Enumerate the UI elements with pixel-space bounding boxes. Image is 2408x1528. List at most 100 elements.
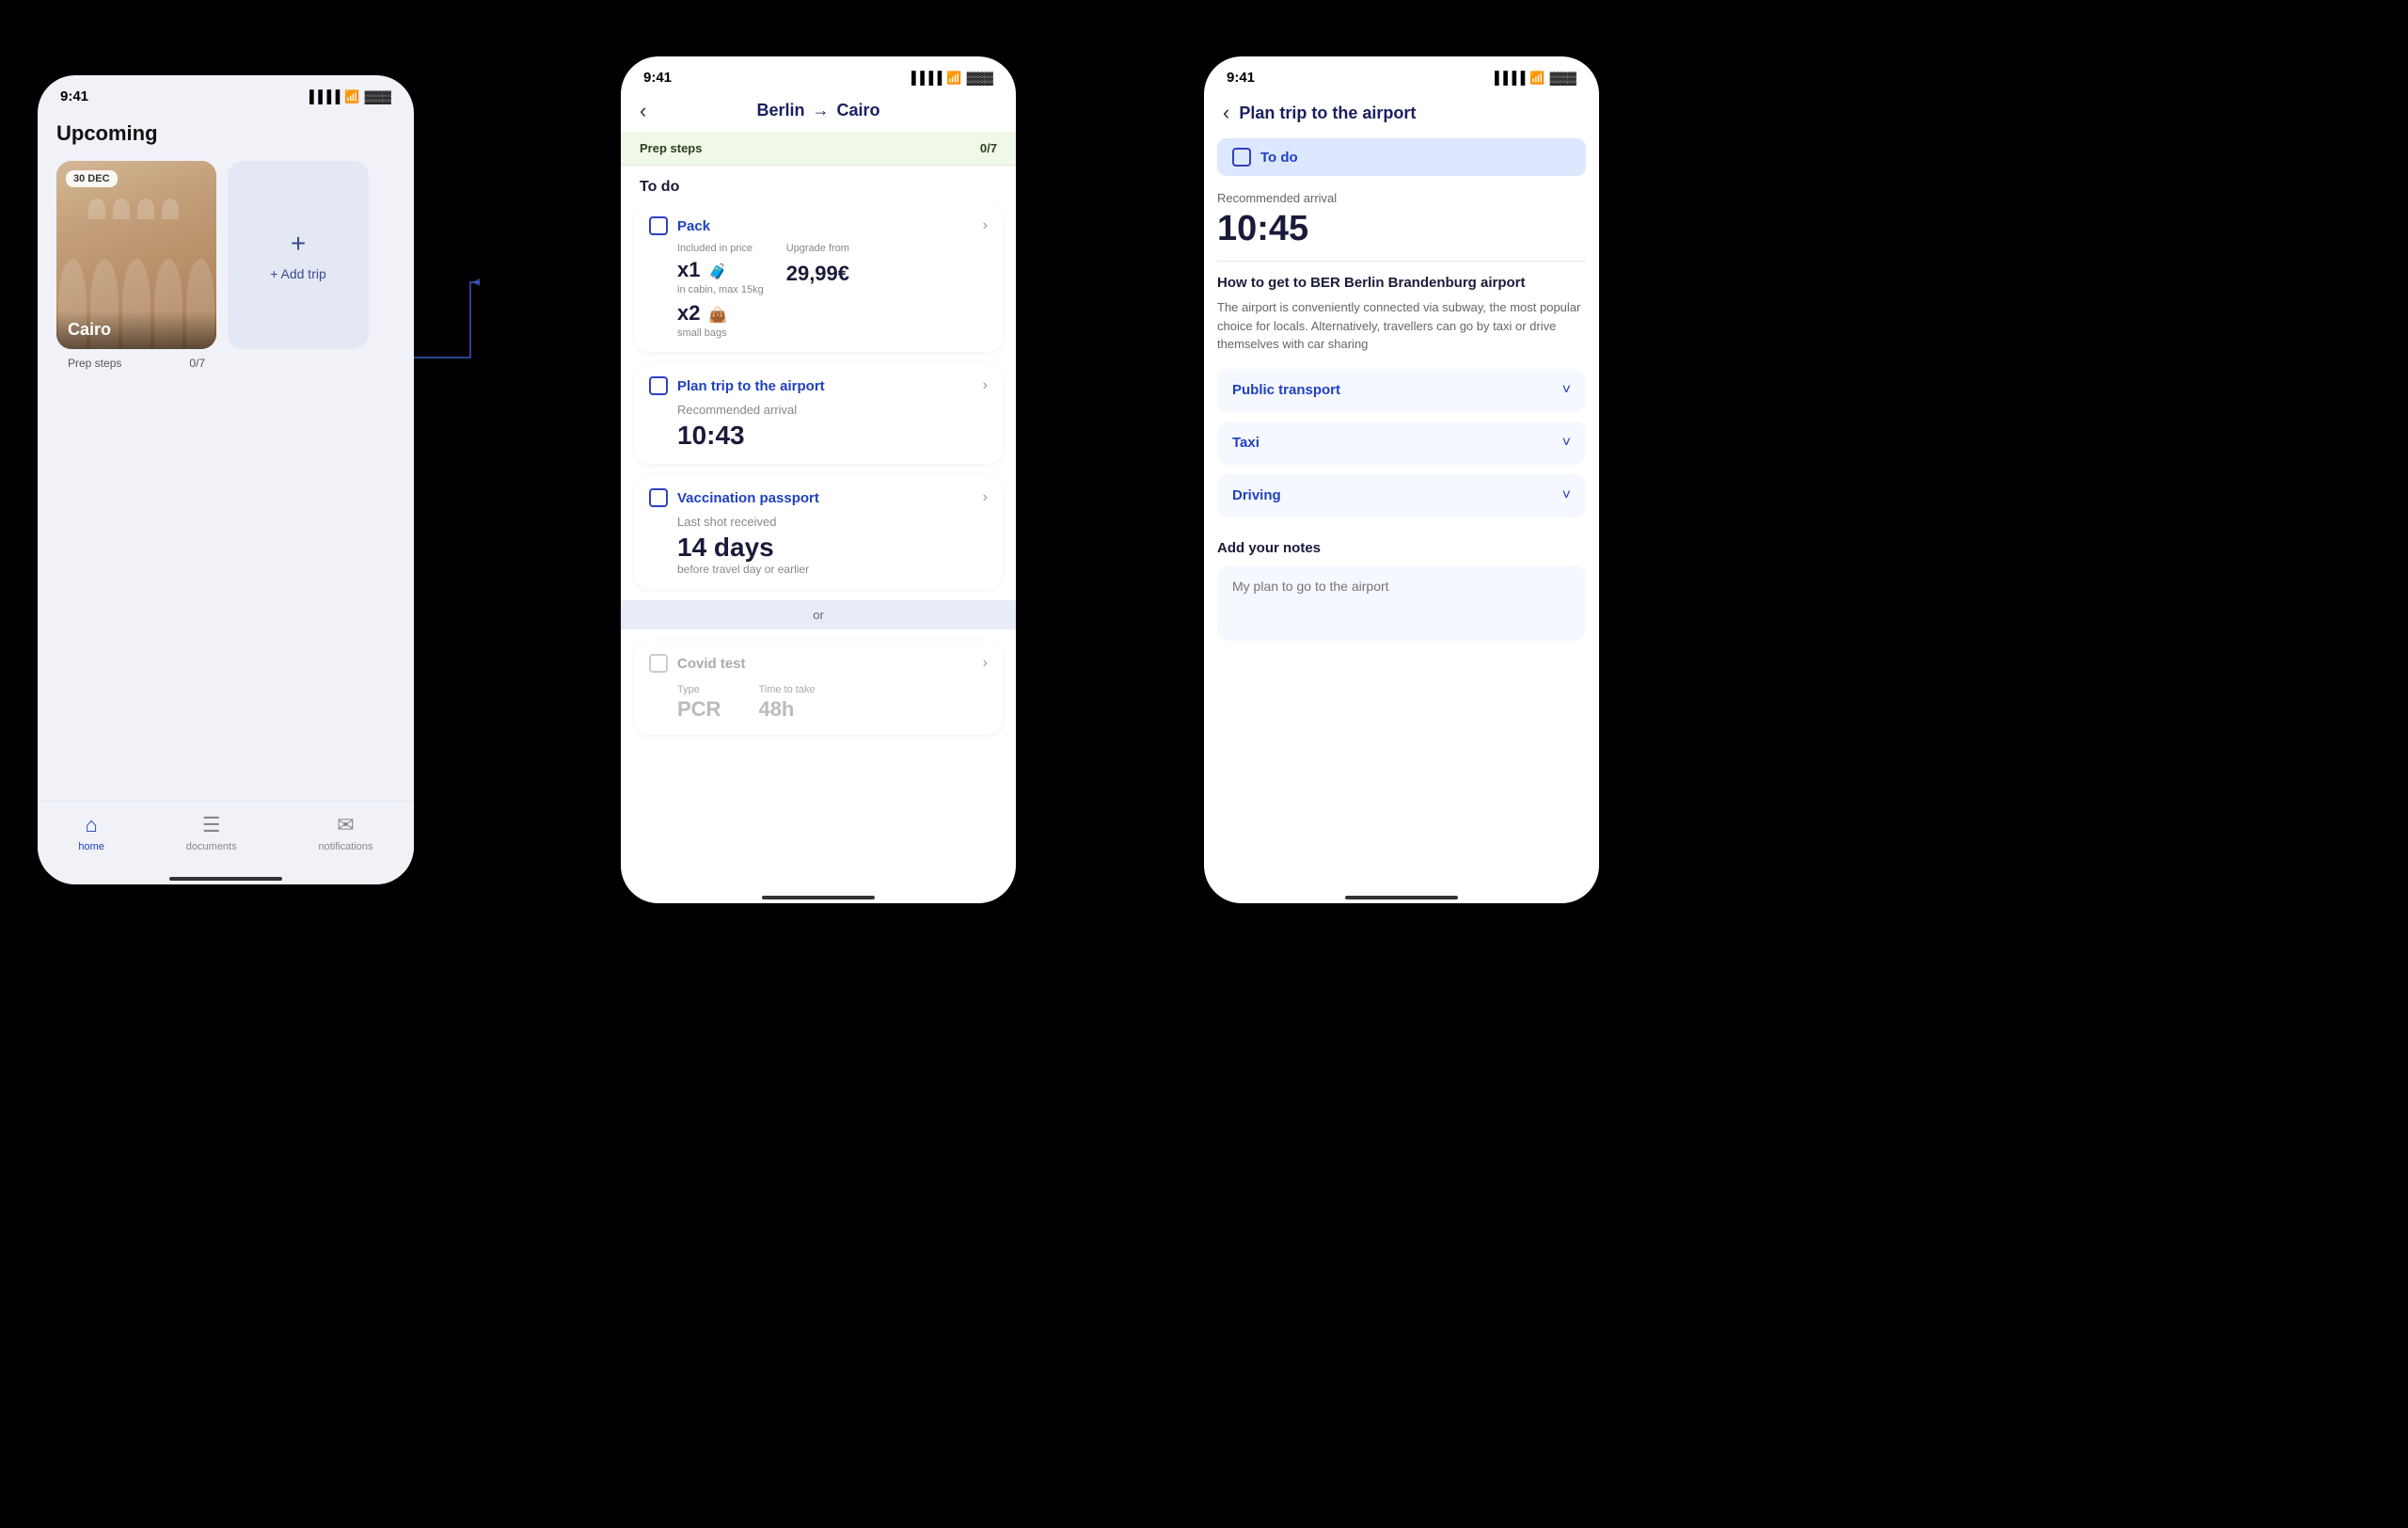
transport-option-public[interactable]: Public transport ˅ bbox=[1217, 369, 1586, 412]
public-transport-label: Public transport bbox=[1232, 382, 1340, 398]
upgrade-price: 29,99€ bbox=[786, 262, 849, 286]
screen2-header: ‹ Berlin → Cairo bbox=[621, 93, 1016, 132]
or-divider: or bbox=[621, 600, 1016, 629]
route-from: Berlin bbox=[756, 101, 804, 120]
covid-time-col: Time to take 48h bbox=[758, 680, 815, 722]
covid-checkbox[interactable] bbox=[649, 654, 668, 673]
back-button-3[interactable]: ‹ bbox=[1223, 101, 1229, 125]
airport-rec-time: 10:43 bbox=[677, 421, 988, 451]
prep-steps-banner-count: 0/7 bbox=[980, 141, 997, 155]
add-trip-plus-icon: + bbox=[291, 229, 306, 259]
public-transport-chevron-icon: ˅ bbox=[1562, 382, 1571, 399]
task-card-covid[interactable]: Covid test › Type PCR Time to take 48h bbox=[634, 641, 1003, 735]
notes-title: Add your notes bbox=[1217, 540, 1586, 556]
status-bar-1: 9:41 ▐▐▐▐ 📶 ▓▓▓ bbox=[38, 75, 414, 112]
screen3-scroll[interactable]: Recommended arrival 10:45 How to get to … bbox=[1204, 187, 1599, 890]
todo-badge[interactable]: To do bbox=[1217, 138, 1586, 176]
bottom-nav: ⌂ home ☰ documents ✉ notifications bbox=[38, 801, 414, 871]
vax-title: Vaccination passport bbox=[677, 490, 983, 506]
todo-badge-checkbox[interactable] bbox=[1232, 148, 1251, 167]
covid-card-header: Covid test › bbox=[649, 654, 988, 673]
todo-section-title: To do bbox=[621, 166, 1016, 203]
battery-icon-3: ▓▓▓ bbox=[1550, 71, 1576, 85]
prep-steps-label: Prep steps bbox=[68, 357, 121, 370]
task-card-vaccination[interactable]: Vaccination passport › Last shot receive… bbox=[634, 475, 1003, 589]
trip-cards: 30 DEC Cairo Prep steps 0/7 + + Add trip bbox=[56, 161, 395, 377]
wifi-icon-3: 📶 bbox=[1529, 71, 1545, 86]
rec-arr-label: Recommended arrival bbox=[1217, 191, 1586, 205]
time-2: 9:41 bbox=[643, 70, 672, 86]
vax-chevron-icon: › bbox=[983, 489, 988, 506]
vax-days: 14 days bbox=[677, 533, 988, 563]
covid-type-col: Type PCR bbox=[677, 680, 721, 722]
trip-card-cairo[interactable]: 30 DEC Cairo Prep steps 0/7 bbox=[56, 161, 216, 377]
covid-type-label: Type bbox=[677, 684, 700, 695]
prep-steps-banner: Prep steps 0/7 bbox=[621, 132, 1016, 166]
phone-screen-2: 9:41 ▐▐▐▐ 📶 ▓▓▓ ‹ Berlin → Cairo Prep st… bbox=[621, 56, 1016, 903]
documents-icon: ☰ bbox=[202, 813, 221, 837]
route-title: Berlin → Cairo bbox=[756, 101, 879, 120]
time-1: 9:41 bbox=[60, 88, 88, 104]
how-to-get-title: How to get to BER Berlin Brandenburg air… bbox=[1217, 275, 1586, 291]
airport-checkbox[interactable] bbox=[649, 376, 668, 395]
prep-steps-row: Prep steps 0/7 bbox=[56, 349, 216, 377]
taxi-chevron-icon: ˅ bbox=[1562, 435, 1571, 452]
pack-included: Included in price x1 🧳 in cabin, max 15k… bbox=[677, 243, 764, 339]
time-3: 9:41 bbox=[1227, 70, 1255, 86]
home-indicator-3 bbox=[1345, 896, 1458, 899]
trip-photo[interactable]: 30 DEC Cairo bbox=[56, 161, 216, 349]
add-trip-label: + Add trip bbox=[270, 266, 326, 281]
small-bag-icon: 👜 bbox=[708, 308, 727, 324]
vax-checkbox[interactable] bbox=[649, 488, 668, 507]
wifi-icon-2: 📶 bbox=[946, 71, 961, 86]
or-label: or bbox=[813, 608, 824, 622]
nav-notifications-label: notifications bbox=[318, 841, 372, 852]
notes-input[interactable] bbox=[1217, 565, 1586, 641]
screen3-header: ‹ Plan trip to the airport bbox=[1204, 93, 1599, 138]
home-icon: ⌂ bbox=[86, 813, 98, 837]
notifications-icon: ✉ bbox=[337, 813, 354, 837]
trip-date: 30 DEC bbox=[66, 170, 118, 187]
route-to: Cairo bbox=[837, 101, 880, 120]
nav-documents-label: documents bbox=[186, 841, 237, 852]
pack-checkbox[interactable] bbox=[649, 216, 668, 235]
x1-sub: in cabin, max 15kg bbox=[677, 284, 764, 295]
vax-last-shot-label: Last shot received bbox=[677, 515, 988, 529]
nav-notifications[interactable]: ✉ notifications bbox=[318, 813, 372, 852]
x2-sub: small bags bbox=[677, 327, 764, 339]
nav-home-label: home bbox=[78, 841, 104, 852]
nav-documents[interactable]: ☰ documents bbox=[186, 813, 237, 852]
status-bar-2: 9:41 ▐▐▐▐ 📶 ▓▓▓ bbox=[621, 56, 1016, 93]
back-button-2[interactable]: ‹ bbox=[640, 99, 646, 123]
wifi-icon: 📶 bbox=[344, 89, 359, 104]
status-bar-3: 9:41 ▐▐▐▐ 📶 ▓▓▓ bbox=[1204, 56, 1599, 93]
included-label: Included in price bbox=[677, 243, 764, 254]
task-card-vax-header: Vaccination passport › bbox=[649, 488, 988, 507]
how-to-desc: The airport is conveniently connected vi… bbox=[1217, 298, 1586, 354]
screen2-scroll[interactable]: Pack › Included in price x1 🧳 in cabin, … bbox=[621, 203, 1016, 890]
upgrade-label: Upgrade from bbox=[786, 243, 849, 254]
add-trip-card[interactable]: + + Add trip bbox=[228, 161, 369, 349]
arrow-icon: → bbox=[813, 101, 830, 120]
nav-home[interactable]: ⌂ home bbox=[78, 813, 104, 852]
signal-icon-2: ▐▐▐▐ bbox=[908, 71, 943, 85]
signal-icon: ▐▐▐▐ bbox=[306, 89, 341, 103]
covid-details: Type PCR Time to take 48h bbox=[649, 680, 988, 722]
vax-days-sub: before travel day or earlier bbox=[677, 563, 988, 576]
task-card-airport[interactable]: Plan trip to the airport › Recommended a… bbox=[634, 363, 1003, 464]
battery-icon: ▓▓▓ bbox=[365, 89, 391, 103]
phone-screen-1: 9:41 ▐▐▐▐ 📶 ▓▓▓ Upcoming bbox=[38, 75, 414, 884]
phone-screen-3: 9:41 ▐▐▐▐ 📶 ▓▓▓ ‹ Plan trip to the airpo… bbox=[1204, 56, 1599, 903]
task-card-airport-header: Plan trip to the airport › bbox=[649, 376, 988, 395]
driving-label: Driving bbox=[1232, 487, 1281, 503]
x1-amount: x1 bbox=[677, 258, 700, 281]
covid-time-label: Time to take bbox=[758, 684, 815, 695]
transport-option-taxi[interactable]: Taxi ˅ bbox=[1217, 422, 1586, 465]
transport-option-driving[interactable]: Driving ˅ bbox=[1217, 474, 1586, 517]
rec-arrival-section: Recommended arrival 10:45 bbox=[1217, 187, 1586, 262]
pack-title: Pack bbox=[677, 218, 983, 234]
todo-badge-label: To do bbox=[1260, 150, 1298, 166]
task-card-pack[interactable]: Pack › Included in price x1 🧳 in cabin, … bbox=[634, 203, 1003, 352]
screen1-content: Upcoming bbox=[38, 112, 414, 801]
signal-icon-3: ▐▐▐▐ bbox=[1491, 71, 1526, 85]
